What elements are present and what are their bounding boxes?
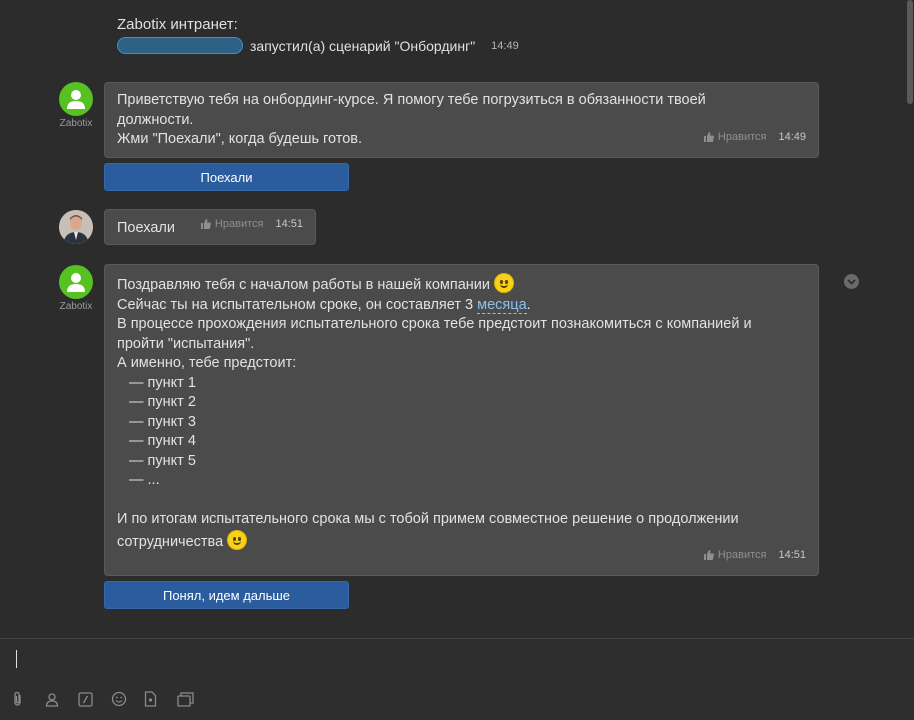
message-text-part: сотрудничества [117, 533, 224, 550]
like-button[interactable]: Нравится [703, 128, 767, 148]
message-text: Поздравляю тебя с началом работы в нашей… [117, 273, 806, 296]
like-button[interactable]: Нравится [200, 215, 264, 235]
message-text: Жми "Поехали", когда будешь готов. [117, 131, 363, 147]
message-composer[interactable] [0, 638, 914, 720]
command-icon[interactable] [78, 689, 111, 709]
user-avatar[interactable] [59, 210, 93, 244]
thumbs-up-icon [703, 132, 714, 143]
user-photo-icon [59, 210, 93, 244]
message-bubble: Поехали Нравится 14:51 [104, 209, 316, 245]
message-text: И по итогам испытательного срока мы с то… [117, 511, 739, 527]
avatar-name: Zabotix [59, 301, 93, 312]
message-meta: Нравится 14:51 [200, 215, 303, 235]
message-meta: Нравится 14:49 [703, 128, 806, 148]
paperclip-icon[interactable] [12, 689, 45, 709]
message-text: пройти "испытания". [117, 335, 255, 352]
message-time: 14:49 [778, 130, 806, 143]
avatar-name: Zabotix [59, 118, 93, 129]
go-button[interactable]: Поехали [104, 163, 349, 191]
system-line: запустил(а) сценарий "Онбординг" 14:49 [117, 37, 519, 54]
message-text-part: Сейчас ты на испытательном сроке, он сос… [117, 296, 474, 313]
smile-emoji-icon [494, 273, 515, 293]
message-time: 14:49 [491, 39, 519, 52]
system-text: запустил(а) сценарий "Онбординг" [250, 37, 476, 54]
bot-avatar[interactable] [59, 82, 93, 116]
bot-avatar[interactable] [59, 265, 93, 299]
person-icon [67, 90, 85, 109]
message-text: должности. [117, 111, 194, 128]
list-item: — пункт 5 [129, 452, 196, 469]
composer-toolbar [12, 689, 210, 709]
message-time: 14:51 [275, 217, 303, 230]
person-icon [67, 273, 85, 292]
message-text: Приветствую тебя на онбординг-курсе. Я п… [117, 92, 706, 108]
message-menu-button[interactable] [844, 274, 859, 289]
message-text: В процессе прохождения испытательного ср… [117, 316, 752, 332]
file-icon[interactable] [144, 689, 177, 709]
message-time: 14:51 [778, 548, 806, 561]
like-label: Нравится [717, 548, 767, 561]
smile-icon[interactable] [111, 689, 144, 709]
message-text: сотрудничества [117, 529, 806, 553]
message-meta: Нравится 14:51 [703, 546, 806, 566]
thumbs-up-icon [703, 550, 714, 561]
like-label: Нравится [214, 217, 264, 230]
like-label: Нравится [717, 130, 767, 143]
scrollbar-thumb[interactable] [907, 0, 913, 104]
history-icon[interactable] [177, 689, 210, 709]
message-bubble: Приветствую тебя на онбординг-курсе. Я п… [104, 82, 819, 158]
system-message: Zabotix интранет: запустил(а) сценарий "… [117, 16, 519, 54]
thumbs-up-icon [200, 219, 211, 230]
list-item: — пункт 3 [129, 413, 196, 430]
list-item: — пункт 4 [129, 433, 196, 449]
continue-button[interactable]: Понял, идем дальше [104, 581, 349, 609]
message-text: Сейчас ты на испытательном сроке, он сос… [117, 296, 806, 316]
list-item: — пункт 1 [129, 374, 196, 391]
message-text-part: Поздравляю тебя с началом работы в нашей… [117, 277, 490, 293]
user-mention-chip[interactable] [117, 37, 243, 54]
text-cursor [16, 650, 17, 668]
contact-icon[interactable] [45, 689, 78, 709]
smile-emoji-icon [227, 529, 248, 550]
message-bubble: Поздравляю тебя с началом работы в нашей… [104, 264, 819, 576]
list-item: — ... [129, 472, 160, 488]
months-link[interactable]: месяца [477, 296, 527, 314]
chevron-down-icon [847, 278, 856, 285]
list-item: — пункт 2 [129, 394, 196, 410]
system-sender: Zabotix интранет: [117, 16, 238, 33]
chat-feed: Zabotix интранет: запустил(а) сценарий "… [0, 0, 906, 638]
message-text: А именно, тебе предстоит: [117, 355, 297, 371]
message-text-part: . [526, 296, 531, 313]
like-button[interactable]: Нравится [703, 546, 767, 566]
